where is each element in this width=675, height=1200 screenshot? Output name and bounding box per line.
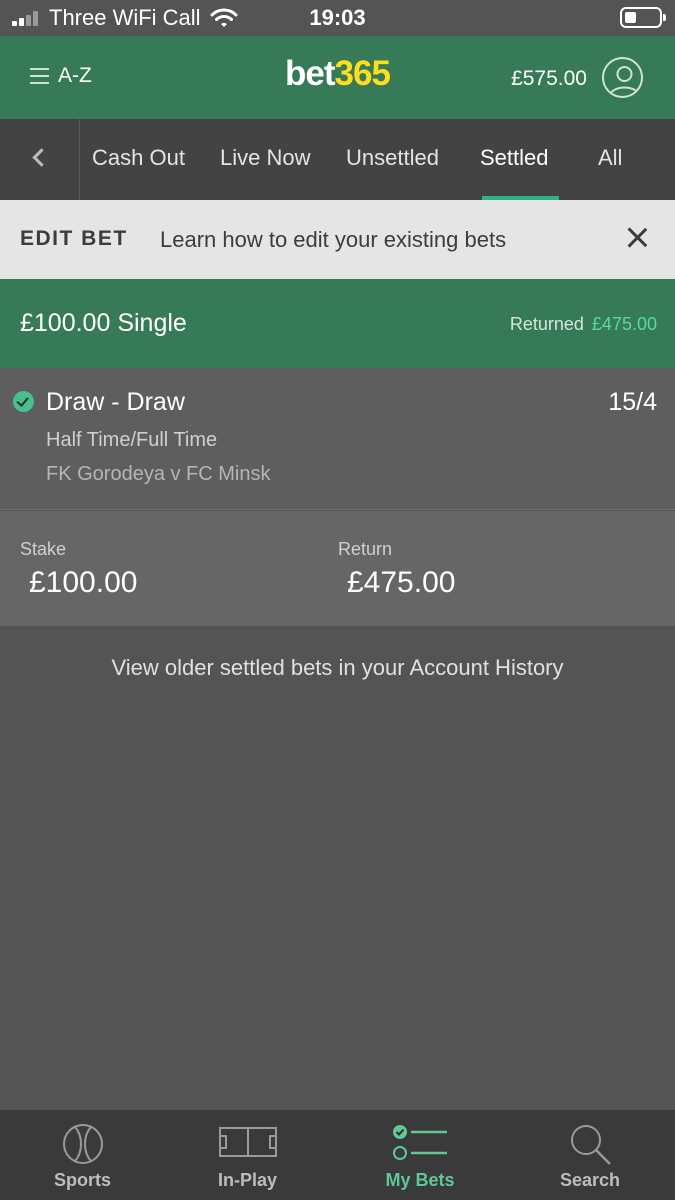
stake-value: £100.00 [29, 566, 138, 599]
stake-label: Stake [20, 539, 67, 559]
nav-search[interactable]: Search [505, 1110, 675, 1200]
tab-unsettled[interactable]: Unsettled [346, 145, 439, 171]
bet-header[interactable]: £100.00 Single Returned £475.00 [0, 279, 675, 368]
edit-bet-text[interactable]: Learn how to edit your existing bets [160, 227, 506, 253]
returned-value: £475.00 [591, 314, 657, 334]
check-circle-icon [13, 391, 34, 412]
returned-label: Returned [509, 314, 584, 334]
bet-filter-tabs: Cash Out Live Now Unsettled Settled All [0, 119, 675, 200]
bottom-navigation: Sports In-Play My Bets Search [0, 1110, 675, 1200]
battery-icon [620, 7, 666, 28]
return-value: £475.00 [347, 566, 456, 599]
logo-365: 365 [334, 54, 391, 93]
app-header: A-Z bet365 £575.00 [0, 36, 675, 119]
my-bets-icon [393, 1125, 447, 1160]
tab-settled[interactable]: Settled [480, 145, 549, 171]
selection-name: Draw - Draw [46, 388, 185, 416]
back-button[interactable] [0, 119, 80, 200]
account-history-link[interactable]: View older settled bets in your Account … [0, 655, 675, 681]
nav-label-in-play: In-Play [217, 1170, 278, 1190]
tab-all[interactable]: All [598, 145, 622, 171]
close-icon[interactable] [626, 226, 648, 248]
bet-selection: Draw - Draw 15/4 Half Time/Full Time FK … [0, 368, 675, 510]
nav-label-my-bets: My Bets [385, 1170, 455, 1190]
account-balance[interactable]: £575.00 [511, 67, 587, 91]
nav-in-play[interactable]: In-Play [165, 1110, 330, 1200]
pitch-icon [219, 1127, 277, 1157]
bet-title: £100.00 Single [20, 309, 187, 337]
clock: 19:03 [309, 5, 366, 30]
return-label: Return [338, 539, 393, 559]
tab-cash-out[interactable]: Cash Out [92, 145, 185, 171]
account-icon[interactable] [602, 57, 643, 98]
selection-event: FK Gorodeya v FC Minsk [46, 463, 271, 485]
nav-sports[interactable]: Sports [0, 1110, 165, 1200]
selection-market: Half Time/Full Time [46, 429, 218, 451]
edit-bet-label: EDIT BET [20, 227, 128, 250]
returned-summary: Returned £475.00 [510, 314, 657, 335]
nav-label-search: Search [559, 1170, 621, 1190]
ball-icon [63, 1124, 103, 1164]
stake-return-panel: Stake £100.00 Return £475.00 [0, 511, 675, 626]
status-bar: Three WiFi Call 19:03 [0, 0, 675, 36]
chevron-left-icon [32, 148, 51, 167]
selection-odds: 15/4 [608, 388, 657, 416]
search-icon [571, 1125, 611, 1165]
logo-bet: bet [285, 54, 335, 93]
edit-bet-banner[interactable]: EDIT BET Learn how to edit your existing… [0, 200, 675, 279]
nav-my-bets[interactable]: My Bets [335, 1110, 505, 1200]
nav-label-sports: Sports [53, 1170, 111, 1190]
tab-live-now[interactable]: Live Now [220, 145, 310, 171]
